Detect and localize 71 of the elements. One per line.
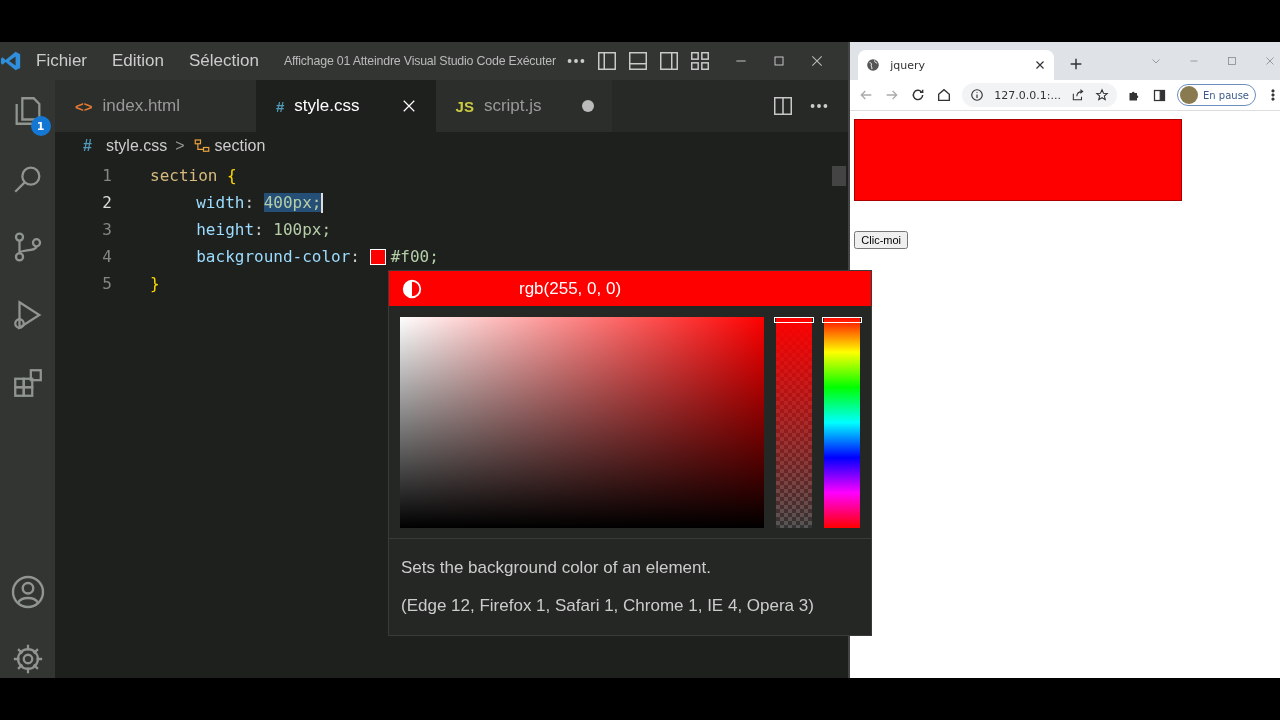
- count-badge: 1: [30, 116, 51, 136]
- code-token: :: [350, 247, 361, 266]
- window-title: Affichage 01 Atteindre Visual Studio Code Exécuter: [283, 54, 556, 68]
- file-type-icon: #: [83, 137, 92, 155]
- tab-label: index.html: [102, 96, 180, 116]
- side-panel-icon[interactable]: [1152, 87, 1167, 103]
- address-bar[interactable]: 127.0.0.1:...: [962, 83, 1117, 107]
- file-type-icon: <>: [75, 97, 93, 115]
- share-icon[interactable]: [1071, 88, 1085, 102]
- hover-text: Sets the background color of an element.: [401, 557, 712, 579]
- color-preview[interactable]: rgb(255, 0, 0): [389, 271, 871, 306]
- line-number: 5: [101, 274, 113, 293]
- menu-item[interactable]: Fichier: [36, 51, 87, 71]
- sidebar-layout-icon[interactable]: [657, 50, 680, 72]
- profile-label: En pause: [1203, 89, 1249, 101]
- editor-tab[interactable]: <> index.html: [55, 80, 256, 132]
- editor-tab[interactable]: JS script.js: [435, 80, 612, 132]
- code-token: section: [150, 166, 219, 185]
- code-token: background-color: [196, 247, 351, 266]
- code-token: :: [254, 220, 265, 239]
- menu-item[interactable]: Edition: [112, 51, 164, 71]
- editor-tab[interactable]: # style.css: [256, 80, 436, 132]
- code-token: {: [227, 166, 237, 185]
- line-number: 3: [101, 220, 113, 239]
- globe-icon: [866, 58, 881, 72]
- browser-tab[interactable]: jquery: [858, 50, 1055, 80]
- line-number: 1: [101, 166, 113, 185]
- code-token: height: [196, 220, 255, 239]
- file-type-icon: #: [276, 97, 285, 115]
- color-value[interactable]: rgb(255, 0, 0): [519, 278, 622, 299]
- slider-handle[interactable]: [774, 317, 814, 323]
- close-icon[interactable]: [1034, 59, 1047, 71]
- code-token: :: [244, 193, 256, 212]
- scrollbar-thumb[interactable]: [832, 166, 847, 186]
- layout-grid-icon[interactable]: [688, 50, 711, 72]
- slider-handle[interactable]: [822, 317, 862, 323]
- breadcrumb-item[interactable]: section: [214, 137, 266, 155]
- panel-layout-icon[interactable]: [626, 50, 649, 72]
- account-icon[interactable]: [9, 574, 46, 610]
- tab-label: style.css: [294, 96, 360, 116]
- breadcrumb-separator: >: [175, 137, 185, 155]
- avatar-icon: [1180, 86, 1198, 104]
- code-token: 100px;: [273, 220, 332, 239]
- code-token: #f00;: [390, 247, 439, 266]
- text-cursor: [321, 192, 324, 213]
- hue-slider[interactable]: [824, 317, 860, 528]
- color-swatch[interactable]: [369, 248, 386, 265]
- star-icon[interactable]: [1095, 88, 1109, 102]
- tab-title: jquery: [890, 58, 927, 72]
- split-editor-icon[interactable]: [772, 95, 795, 117]
- code-token: }: [150, 274, 160, 293]
- saturation-box[interactable]: [400, 317, 764, 528]
- sidebar-layout-icon[interactable]: [595, 50, 618, 72]
- url-text: 127.0.0.1:...: [994, 88, 1061, 102]
- home-icon[interactable]: [936, 87, 953, 103]
- unsaved-dot-icon: [581, 100, 594, 112]
- menu-item[interactable]: Sélection: [189, 51, 259, 71]
- page-button[interactable]: Clic-moi: [854, 231, 909, 249]
- opacity-slider[interactable]: [776, 317, 812, 528]
- hover-text: (Edge 12, Firefox 1, Safari 1, Chrome 1, IE 4, Opera 3): [401, 595, 815, 617]
- tab-label: script.js: [483, 96, 542, 116]
- app-logo-icon: [0, 50, 22, 72]
- code-token: 400px;: [263, 193, 322, 212]
- line-number: 4: [101, 247, 113, 266]
- symbol-icon: [192, 137, 211, 155]
- breadcrumb-item[interactable]: style.css: [105, 137, 168, 155]
- info-icon: [970, 88, 985, 102]
- file-type-icon: JS: [455, 97, 474, 115]
- contrast-icon[interactable]: [401, 278, 423, 300]
- code-token: width: [196, 193, 245, 212]
- line-number: 2: [101, 193, 113, 212]
